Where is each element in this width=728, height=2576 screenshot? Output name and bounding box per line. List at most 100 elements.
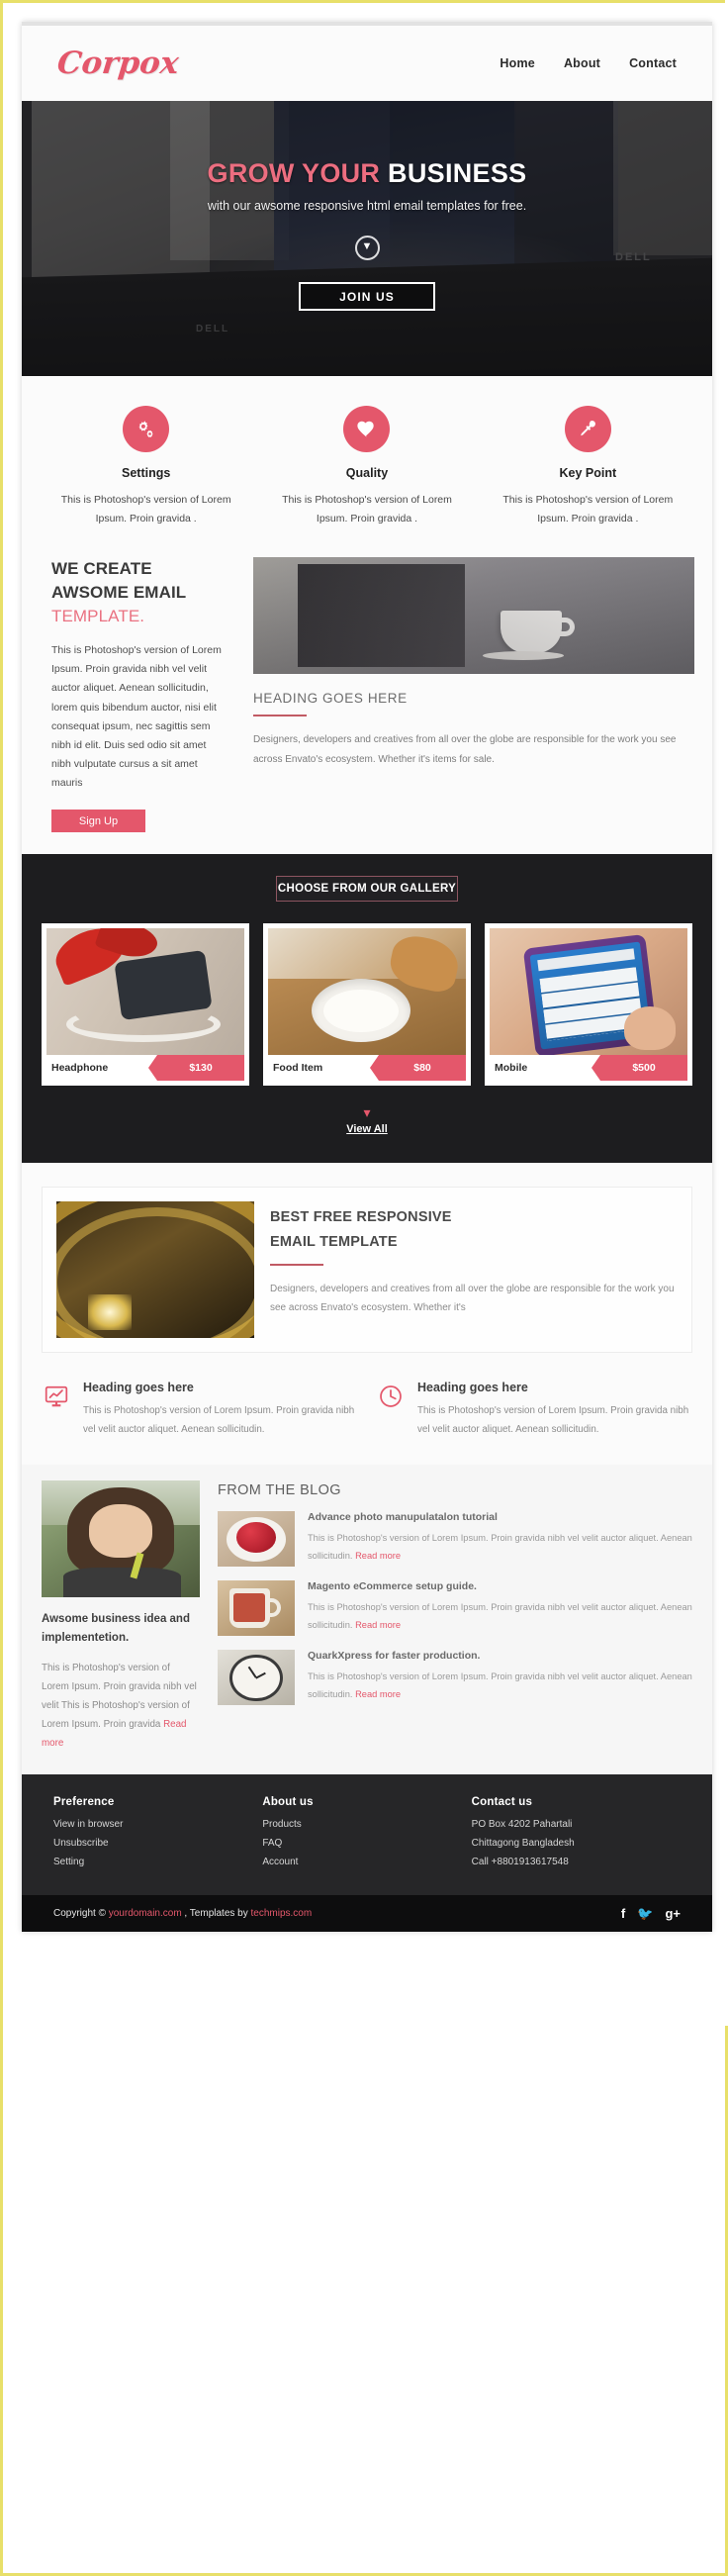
footer-link-view-in-browser[interactable]: View in browser	[53, 1819, 262, 1830]
footer-address-line1: PO Box 4202 Pahartali	[471, 1819, 573, 1830]
we-create-heading-line1: WE CREATE	[51, 558, 152, 578]
gallery-item-price: $500	[592, 1055, 687, 1082]
blog-post-text: This is Photoshop's version of Lorem Ips…	[308, 1530, 692, 1565]
nav-item-contact[interactable]: Contact	[629, 56, 677, 70]
footer-phone: Call +8801913617548	[471, 1857, 569, 1867]
copyright-author-link[interactable]: techmips.com	[251, 1908, 313, 1919]
footer-address-line2: Chittagong Bangladesh	[471, 1838, 575, 1849]
footer-column-title: Contact us	[471, 1796, 533, 1808]
best-template-section: BEST FREE RESPONSIVE EMAIL TEMPLATE Desi…	[22, 1163, 712, 1372]
hero-subtitle: with our awsome responsive html email te…	[207, 199, 527, 213]
blog-post-body: Advance photo manupulatalon tutorial Thi…	[308, 1511, 692, 1567]
heading-item-text: This is Photoshop's version of Lorem Ips…	[83, 1405, 355, 1436]
blog-post-title: Magento eCommerce setup guide.	[308, 1580, 477, 1593]
email-preview-page: Corpox Home About Contact DELL DELL GROW…	[3, 0, 728, 2026]
gallery-thumbnail	[46, 928, 244, 1056]
gallery-section: CHOOSE FROM OUR GALLERY Headphone $130 F…	[22, 854, 712, 1164]
heading-item-title: Heading goes here	[417, 1381, 528, 1395]
heading-underline	[270, 1263, 323, 1266]
hero-title: GROW YOUR BUSINESS	[22, 158, 712, 189]
gallery-card-footer: Mobile $500	[490, 1055, 687, 1082]
feature-item: Key Point This is Photoshop's version of…	[478, 406, 698, 529]
site-footer: Preference View in browser Unsubscribe S…	[22, 1774, 712, 1895]
footer-link-products[interactable]: Products	[262, 1819, 471, 1830]
facebook-icon[interactable]: f	[621, 1907, 625, 1920]
nav-item-home[interactable]: Home	[500, 56, 535, 70]
clock-icon	[378, 1381, 406, 1439]
chevron-down-icon: ▾	[363, 1104, 371, 1121]
twitter-icon[interactable]: 🐦	[637, 1907, 653, 1920]
blog-post-title: QuarkXpress for faster production.	[308, 1650, 481, 1663]
we-create-section: WE CREATE AWSOME EMAIL TEMPLATE. This is…	[22, 552, 712, 855]
gallery-card[interactable]: Headphone $130	[42, 923, 249, 1087]
feature-title: Settings	[122, 466, 171, 480]
gallery-card[interactable]: Mobile $500	[485, 923, 692, 1087]
gallery-item-name: Headphone	[51, 1062, 109, 1075]
feature-text: This is Photoshop's version of Lorem Ips…	[60, 494, 231, 525]
read-more-link[interactable]: Read more	[355, 1551, 401, 1561]
best-template-body: BEST FREE RESPONSIVE EMAIL TEMPLATE Desi…	[270, 1201, 678, 1338]
we-create-left: WE CREATE AWSOME EMAIL TEMPLATE. This is…	[40, 553, 237, 833]
feature-text: This is Photoshop's version of Lorem Ips…	[502, 494, 674, 525]
copyright-bar: Copyright © yourdomain.com , Templates b…	[22, 1895, 712, 1932]
blog-post-thumbnail	[218, 1650, 295, 1706]
copyright-prefix: Copyright ©	[53, 1908, 109, 1919]
heading-item-title: Heading goes here	[83, 1381, 194, 1395]
we-create-body: This is Photoshop's version of Lorem Ips…	[51, 644, 222, 789]
blog-post[interactable]: QuarkXpress for faster production. This …	[218, 1650, 692, 1706]
footer-link-setting[interactable]: Setting	[53, 1857, 262, 1867]
gallery-badge: CHOOSE FROM OUR GALLERY	[276, 876, 458, 903]
blog-feature-heading: Awsome business idea and implementetion.	[42, 1613, 190, 1644]
googleplus-icon[interactable]: g+	[665, 1907, 681, 1920]
blog-post[interactable]: Magento eCommerce setup guide. This is P…	[218, 1580, 692, 1637]
sign-up-button[interactable]: Sign Up	[51, 810, 145, 833]
footer-column-title: Preference	[53, 1796, 115, 1808]
view-all-block: ▾ View All	[22, 1105, 712, 1137]
we-create-heading-line2: AWSOME EMAIL	[51, 582, 187, 602]
footer-link-account[interactable]: Account	[262, 1857, 471, 1867]
page-edge-top	[3, 0, 725, 3]
side-body: Designers, developers and creatives from…	[253, 733, 677, 765]
brand-logo[interactable]: Corpox	[55, 46, 180, 81]
best-heading-line2: EMAIL TEMPLATE	[270, 1234, 398, 1251]
main-nav: Home About Contact	[500, 56, 677, 70]
hero-title-plain: BUSINESS	[380, 158, 527, 188]
feature-title: Key Point	[559, 466, 617, 480]
social-links: f 🐦 g+	[621, 1907, 681, 1920]
gallery-item-price: $130	[148, 1055, 244, 1082]
gears-icon	[123, 406, 170, 452]
blog-post-body: Magento eCommerce setup guide. This is P…	[308, 1580, 692, 1636]
blog-section: Awsome business idea and implementetion.…	[22, 1465, 712, 1774]
gallery-row: Headphone $130 Food Item $80 Mobile $500	[22, 902, 712, 1087]
heading-underline	[253, 714, 307, 716]
blog-post[interactable]: Advance photo manupulatalon tutorial Thi…	[218, 1511, 692, 1568]
best-template-text: Designers, developers and creatives from…	[270, 1283, 675, 1314]
heading-item-text: This is Photoshop's version of Lorem Ips…	[417, 1405, 689, 1436]
email-shell: Corpox Home About Contact DELL DELL GROW…	[22, 22, 712, 1932]
view-all-link[interactable]: View All	[346, 1123, 388, 1135]
read-more-link[interactable]: Read more	[355, 1689, 401, 1699]
footer-link-unsubscribe[interactable]: Unsubscribe	[53, 1838, 262, 1849]
copyright-text: Copyright © yourdomain.com , Templates b…	[53, 1908, 312, 1919]
footer-column-about: About us Products FAQ Account	[262, 1796, 471, 1875]
heading-item-body: Heading goes here This is Photoshop's ve…	[417, 1381, 690, 1439]
blog-post-thumbnail	[218, 1580, 295, 1637]
monitor-chart-icon	[44, 1381, 71, 1439]
nav-item-about[interactable]: About	[564, 56, 600, 70]
support-agent-photo	[42, 1480, 200, 1598]
footer-link-faq[interactable]: FAQ	[262, 1838, 471, 1849]
gallery-item-price: $80	[370, 1055, 466, 1082]
join-us-button[interactable]: JOIN US	[299, 282, 435, 311]
heading-item: Heading goes here This is Photoshop's ve…	[378, 1381, 690, 1439]
gallery-thumbnail	[490, 928, 687, 1056]
gallery-card[interactable]: Food Item $80	[263, 923, 471, 1087]
read-more-link[interactable]: Read more	[355, 1620, 401, 1630]
chevron-down-icon[interactable]: ▼	[354, 236, 380, 260]
hero-content: GROW YOUR BUSINESS with our awsome respo…	[22, 101, 712, 311]
blog-post-thumbnail	[218, 1511, 295, 1568]
gallery-item-name: Food Item	[273, 1062, 323, 1075]
two-headings-section: Heading goes here This is Photoshop's ve…	[22, 1371, 712, 1466]
best-template-card: BEST FREE RESPONSIVE EMAIL TEMPLATE Desi…	[42, 1187, 692, 1354]
we-create-right: HEADING GOES HERE Designers, developers …	[237, 553, 694, 832]
copyright-domain-link[interactable]: yourdomain.com	[109, 1908, 182, 1919]
